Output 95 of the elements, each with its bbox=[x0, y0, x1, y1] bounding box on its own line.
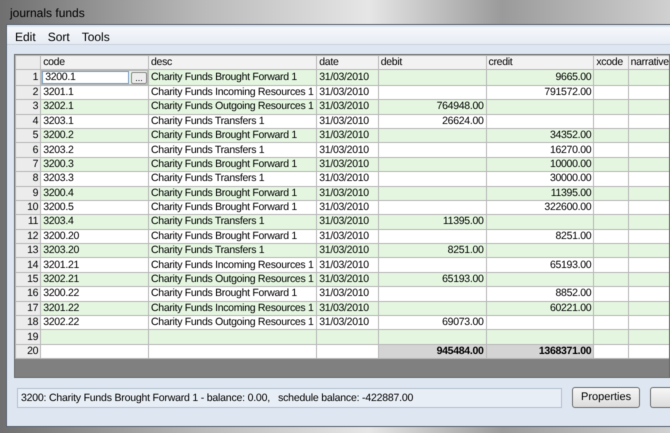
row-number: 13 bbox=[16, 244, 41, 258]
table-cell: Charity Funds Transfers 1 bbox=[148, 172, 317, 186]
table-cell: 31/03/2010 bbox=[316, 301, 378, 316]
table-cell: 31/03/2010 bbox=[316, 214, 378, 230]
table-cell: Charity Funds Transfers 1 bbox=[148, 114, 317, 128]
table-cell: Charity Funds Outgoing Resources 1 bbox=[148, 272, 317, 287]
table-cell: 30000.00 bbox=[486, 172, 594, 186]
dialog-button[interactable] bbox=[650, 387, 670, 408]
row-number: 5 bbox=[16, 128, 41, 143]
table-cell: 34352.00 bbox=[486, 128, 594, 143]
table-cell: 31/03/2010 bbox=[316, 142, 378, 158]
table-cell: 31/03/2010 bbox=[316, 272, 378, 287]
table-cell: 3203.20 bbox=[40, 244, 148, 258]
code-input-field[interactable]: 3200.1 bbox=[42, 71, 129, 84]
row-number: 18 bbox=[16, 316, 41, 330]
table-cell: 3200.4 bbox=[40, 186, 148, 200]
table-cell: 3203.2 bbox=[40, 142, 148, 158]
row-number: 2 bbox=[16, 85, 41, 100]
status-text: 3200: Charity Funds Brought Forward 1 - balance: 0.00, schedule balance: -422887.00 bbox=[17, 388, 562, 408]
table-cell: 11395.00 bbox=[378, 214, 486, 230]
table-cell: 60221.00 bbox=[486, 301, 594, 316]
table-cell: 3200.22 bbox=[40, 286, 148, 302]
table-cell: Charity Funds Brought Forward 1 bbox=[148, 128, 317, 143]
table-cell: Charity Funds Outgoing Resources 1 bbox=[148, 100, 317, 114]
column-header[interactable]: debit bbox=[378, 56, 486, 70]
picker-button[interactable]: ... bbox=[131, 72, 147, 84]
table-cell: Charity Funds Transfers 1 bbox=[148, 214, 317, 230]
table-cell: 31/03/2010 bbox=[316, 114, 378, 128]
table-cell: 1368371.00 bbox=[486, 344, 594, 359]
table-cell: 31/03/2010 bbox=[316, 157, 378, 172]
row-number: 11 bbox=[16, 214, 41, 230]
row-number: 4 bbox=[16, 114, 41, 128]
row-number: 16 bbox=[16, 286, 41, 302]
table-cell: 8852.00 bbox=[486, 286, 594, 302]
table-cell: 3200.2 bbox=[40, 128, 148, 143]
table-cell: 764948.00 bbox=[378, 100, 486, 114]
menu-item[interactable]: Tools bbox=[76, 27, 116, 44]
table-cell: 3201.1 bbox=[40, 85, 148, 100]
row-number: 6 bbox=[16, 142, 41, 158]
table-cell: 31/03/2010 bbox=[316, 100, 378, 114]
column-header[interactable]: date bbox=[316, 56, 378, 70]
column-header[interactable]: desc bbox=[148, 56, 317, 70]
table-cell: Charity Funds Brought Forward 1 bbox=[148, 186, 317, 200]
row-number: 15 bbox=[16, 272, 41, 287]
table-cell: 31/03/2010 bbox=[316, 244, 378, 258]
table-cell: Charity Funds Incoming Resources 1 bbox=[148, 258, 317, 272]
table-cell: 3203.3 bbox=[40, 172, 148, 186]
properties-button[interactable]: Properties bbox=[572, 387, 640, 408]
row-number: 8 bbox=[16, 172, 41, 186]
row-number: 1 bbox=[16, 70, 41, 86]
menu-item[interactable]: Edit bbox=[9, 27, 42, 44]
table-cell: 65193.00 bbox=[486, 258, 594, 272]
table-cell: 31/03/2010 bbox=[316, 128, 378, 143]
table-cell: 3200.3 bbox=[40, 157, 148, 172]
table-cell: Charity Funds Brought Forward 1 bbox=[148, 70, 317, 86]
table-cell: 31/03/2010 bbox=[316, 172, 378, 186]
row-number: 10 bbox=[16, 200, 41, 215]
table-cell: 26624.00 bbox=[378, 114, 486, 128]
row-number: 7 bbox=[16, 157, 41, 172]
table-cell: 3202.1 bbox=[40, 100, 148, 114]
table-cell: 16270.00 bbox=[486, 142, 594, 158]
table-cell: Charity Funds Brought Forward 1 bbox=[148, 286, 317, 302]
row-number: 3 bbox=[16, 100, 41, 114]
table-cell: Charity Funds Transfers 1 bbox=[148, 142, 317, 158]
table-cell: 31/03/2010 bbox=[316, 286, 378, 302]
window-title: journals funds bbox=[8, 5, 86, 22]
row-number: 12 bbox=[16, 229, 41, 244]
column-header[interactable]: xcode bbox=[594, 56, 628, 70]
column-header[interactable]: code bbox=[40, 56, 148, 70]
table-cell: Charity Funds Incoming Resources 1 bbox=[148, 301, 317, 316]
row-number: 19 bbox=[16, 330, 41, 344]
column-header[interactable]: credit bbox=[486, 56, 594, 70]
menu-item[interactable]: Sort bbox=[42, 27, 76, 44]
table-cell: 3201.22 bbox=[40, 301, 148, 316]
table-cell: Charity Funds Transfers 1 bbox=[148, 244, 317, 258]
table-cell: 3203.1 bbox=[40, 114, 148, 128]
table-cell: 11395.00 bbox=[486, 186, 594, 200]
table-cell: 945484.00 bbox=[378, 344, 486, 359]
table-cell: 3203.4 bbox=[40, 214, 148, 230]
table-cell: Charity Funds Brought Forward 1 bbox=[148, 157, 317, 172]
table-cell: 65193.00 bbox=[378, 272, 486, 287]
row-number: 9 bbox=[16, 186, 41, 200]
table-cell: 10000.00 bbox=[486, 157, 594, 172]
table-cell: 31/03/2010 bbox=[316, 70, 378, 86]
header-cell bbox=[16, 56, 41, 70]
table-cell: 9665.00 bbox=[486, 70, 594, 86]
table-cell: 31/03/2010 bbox=[316, 186, 378, 200]
column-header[interactable]: narrative bbox=[628, 56, 669, 70]
table-cell: 3201.21 bbox=[40, 258, 148, 272]
table-cell: 8251.00 bbox=[378, 244, 486, 258]
table-cell: 3202.21 bbox=[40, 272, 148, 287]
row-number: 20 bbox=[16, 344, 41, 359]
row-number: 14 bbox=[16, 258, 41, 272]
table-cell: 31/03/2010 bbox=[316, 258, 378, 272]
row-number: 17 bbox=[16, 301, 41, 316]
